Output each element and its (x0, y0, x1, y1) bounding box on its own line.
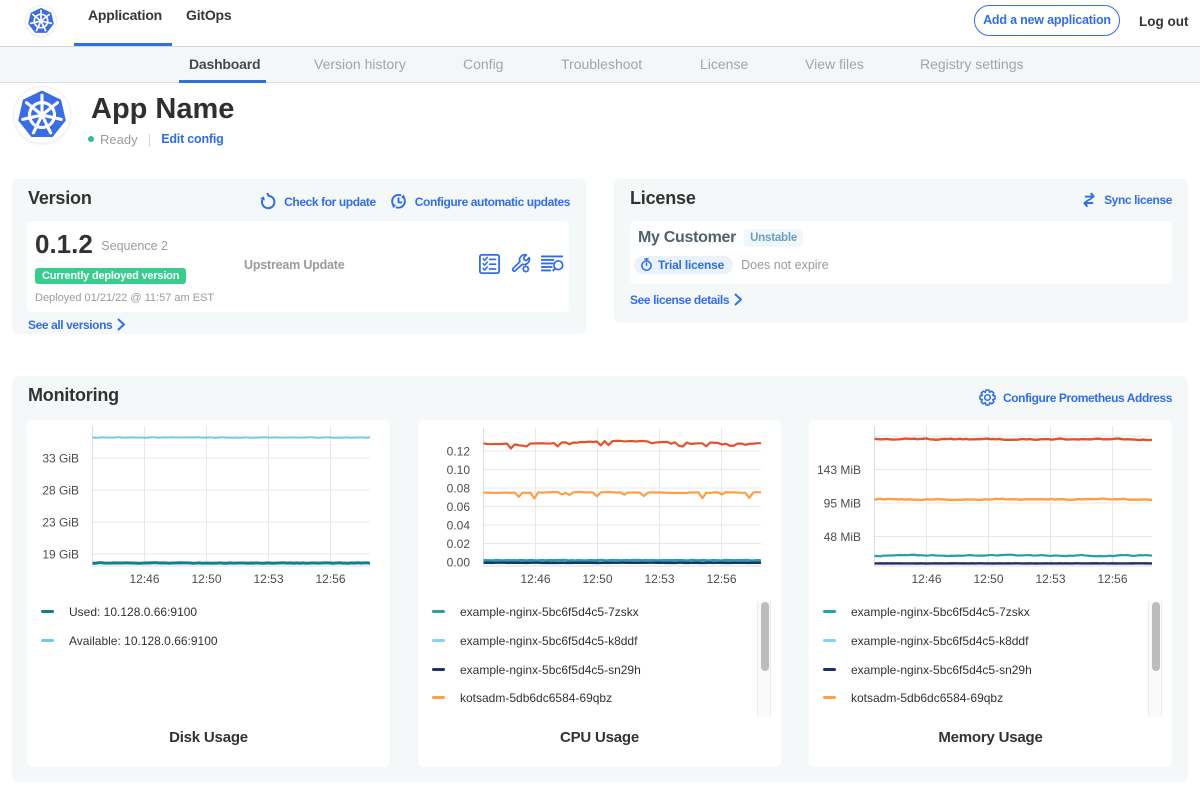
svg-text:19 GiB: 19 GiB (42, 547, 79, 561)
svg-text:33 GiB: 33 GiB (42, 451, 79, 465)
svg-text:0.08: 0.08 (447, 481, 471, 495)
svg-text:0.02: 0.02 (447, 537, 471, 551)
svg-text:28 GiB: 28 GiB (42, 483, 79, 497)
svg-text:23 GiB: 23 GiB (42, 515, 79, 529)
svg-text:0.12: 0.12 (447, 444, 471, 458)
svg-text:95 MiB: 95 MiB (824, 496, 861, 510)
svg-text:12:46: 12:46 (520, 572, 550, 586)
svg-text:0.10: 0.10 (447, 463, 471, 477)
svg-text:12:46: 12:46 (129, 572, 159, 586)
svg-text:12:53: 12:53 (644, 572, 674, 586)
svg-text:12:53: 12:53 (253, 572, 283, 586)
svg-text:12:50: 12:50 (191, 572, 221, 586)
svg-text:12:50: 12:50 (973, 572, 1003, 586)
svg-text:12:46: 12:46 (911, 572, 941, 586)
svg-text:143 MiB: 143 MiB (817, 463, 861, 477)
svg-text:12:56: 12:56 (315, 572, 345, 586)
svg-text:0.04: 0.04 (447, 518, 471, 532)
svg-text:12:56: 12:56 (706, 572, 736, 586)
svg-text:12:50: 12:50 (582, 572, 612, 586)
svg-text:12:56: 12:56 (1097, 572, 1127, 586)
svg-text:48 MiB: 48 MiB (824, 530, 861, 544)
svg-text:0.00: 0.00 (447, 555, 471, 569)
svg-text:12:53: 12:53 (1035, 572, 1065, 586)
svg-text:0.06: 0.06 (447, 500, 471, 514)
